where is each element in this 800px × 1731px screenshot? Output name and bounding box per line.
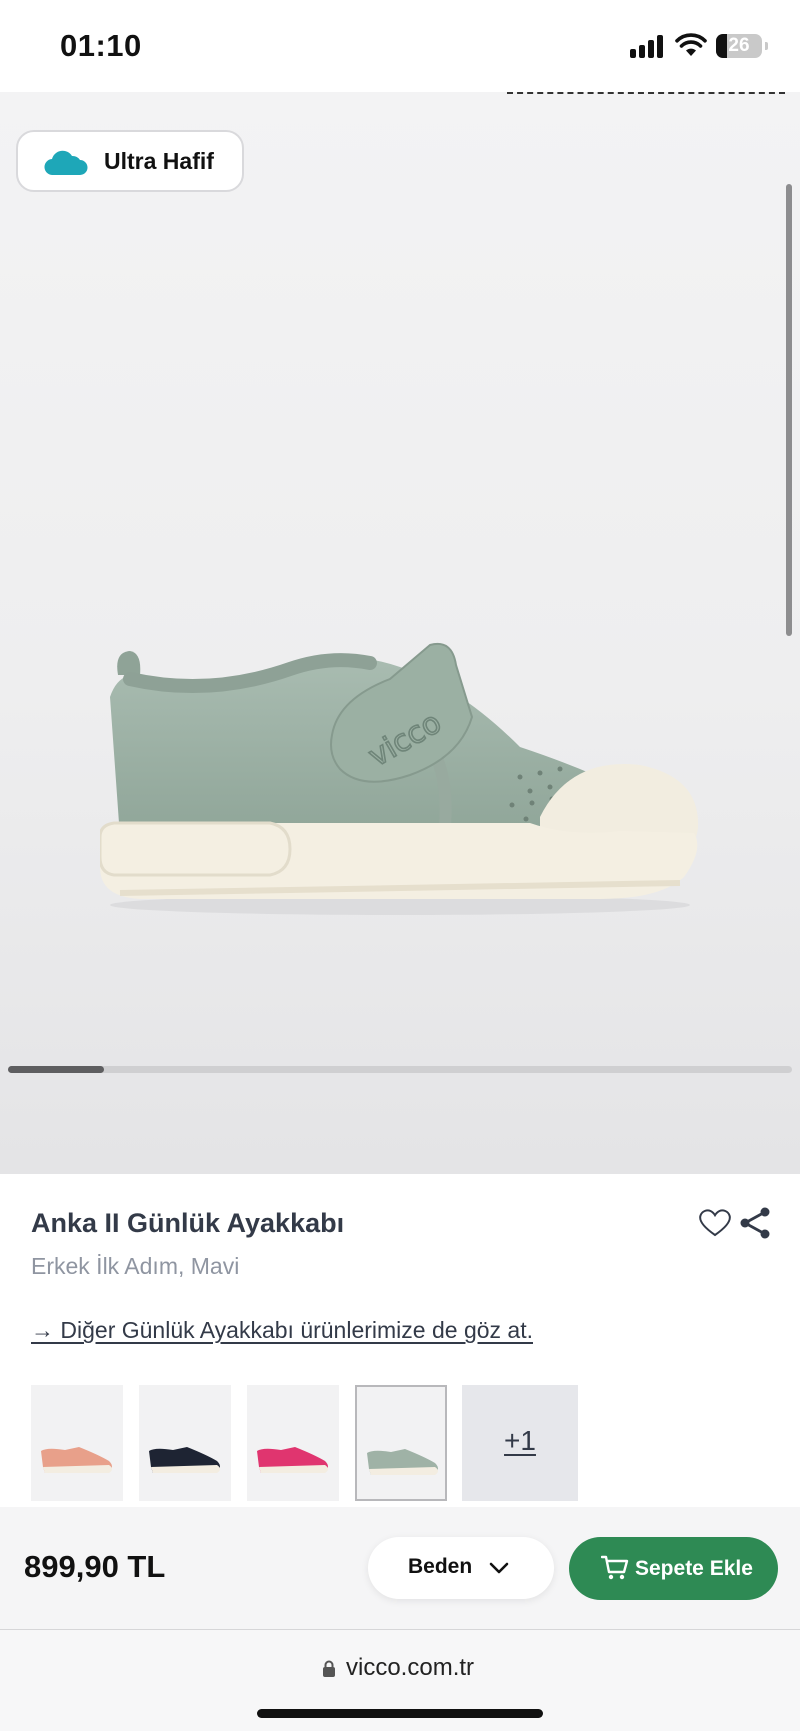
color-swatch-navy[interactable] [139,1385,231,1501]
gallery-scroll-thumb[interactable] [8,1066,104,1073]
product-title: Anka II Günlük Ayakkabı [31,1208,345,1238]
product-price: 899,90 TL [24,1549,166,1584]
cart-icon [601,1555,629,1580]
add-to-cart-button[interactable]: Sepete Ekle [569,1537,778,1600]
cloud-icon [44,150,88,176]
color-swatch-mint-selected[interactable] [355,1385,447,1501]
color-swatch-fuchsia[interactable] [247,1385,339,1501]
home-indicator[interactable] [257,1709,543,1718]
product-image: vicco [100,643,699,915]
wifi-icon [675,33,707,56]
purchase-bar: 899,90 TL Beden Sepete Ekle [0,1507,800,1630]
more-colors-label: +1 [504,1425,536,1456]
other-products-link[interactable]: → Diğer Günlük Ayakkabı ürünlerimize de … [31,1317,533,1344]
gallery-scroll-track[interactable] [8,1066,792,1073]
browser-address-bar[interactable]: vicco.com.tr [0,1630,800,1731]
product-image-gallery[interactable]: Ultra Hafif vicco [0,92,800,1174]
size-select-label: Beden [408,1555,473,1578]
battery-icon: 26 [716,34,768,58]
dashed-divider [507,92,785,94]
chevron-down-icon [489,1562,509,1574]
share-icon[interactable] [738,1206,772,1240]
lock-icon [323,1660,335,1677]
add-to-cart-label: Sepete Ekle [635,1557,753,1580]
size-select-button[interactable]: Beden [368,1537,554,1599]
status-bar: 01:10 26 [0,0,800,92]
status-time: 01:10 [60,28,142,63]
product-subtitle: Erkek İlk Adım, Mavi [31,1253,240,1279]
vertical-scrollbar[interactable] [786,184,792,636]
battery-level: 26 [728,35,750,56]
ultra-light-badge: Ultra Hafif [16,130,244,192]
page-url: vicco.com.tr [346,1654,475,1681]
more-colors-button[interactable]: +1 [462,1385,578,1501]
favorite-heart-icon[interactable] [698,1208,732,1238]
color-swatch-pink[interactable] [31,1385,123,1501]
badge-label: Ultra Hafif [104,148,214,174]
cellular-signal-icon [630,34,668,58]
